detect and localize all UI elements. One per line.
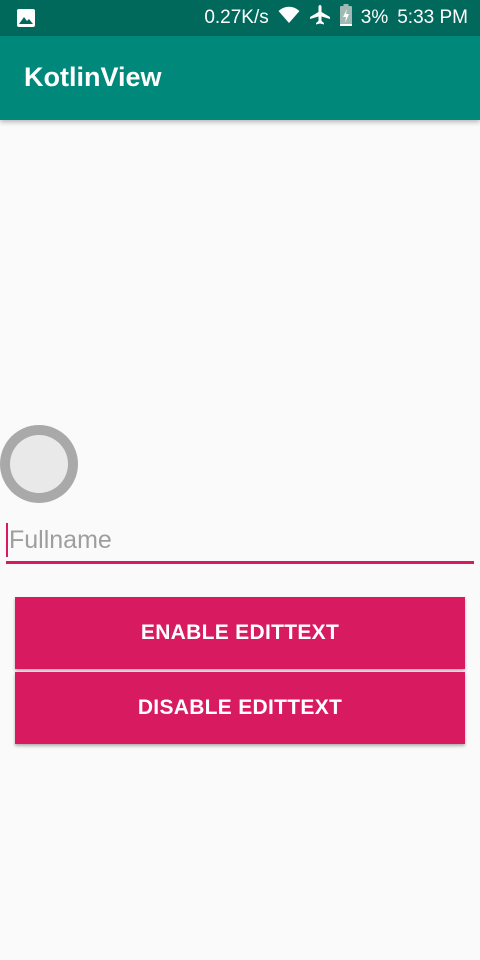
toggle-knob[interactable] [0, 425, 78, 503]
clock: 5:33 PM [397, 7, 468, 28]
wifi-icon [278, 6, 300, 30]
status-bar: 0.27K/s 3% 5:33 PM [0, 0, 480, 36]
image-icon [16, 8, 36, 33]
airplane-icon [309, 4, 331, 32]
enable-edittext-button[interactable]: ENABLE EDITTEXT [15, 597, 465, 669]
fullname-field[interactable] [6, 520, 474, 564]
battery-percent: 3% [360, 7, 389, 28]
toggle-knob-thumb [10, 435, 68, 493]
network-speed: 0.27K/s [204, 7, 269, 28]
app-title: KotlinView [24, 62, 162, 92]
text-cursor [6, 523, 8, 557]
fullname-input[interactable] [6, 520, 474, 561]
app-bar: KotlinView [0, 36, 480, 120]
disable-edittext-button[interactable]: DISABLE EDITTEXT [15, 672, 465, 744]
fullname-underline [6, 561, 474, 564]
battery-charging-icon [339, 4, 352, 32]
